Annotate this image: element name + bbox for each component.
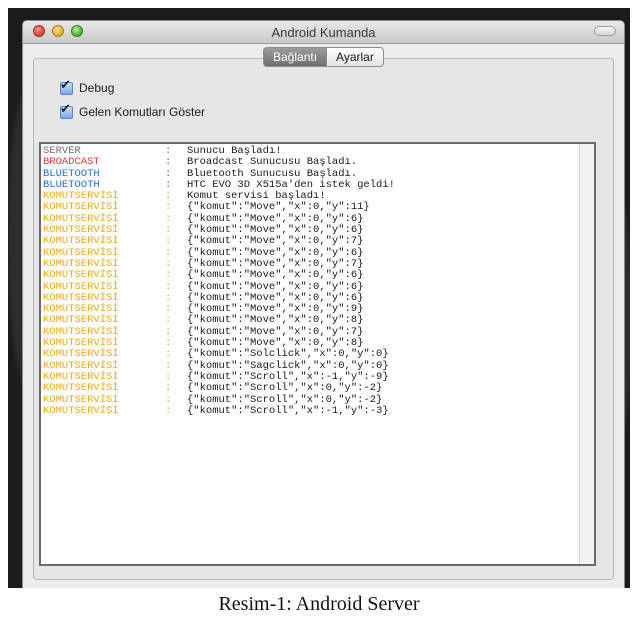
tab-ayarlar[interactable]: Ayarlar — [327, 47, 384, 67]
log-source: KOMUTSERVİSİ — [43, 404, 119, 417]
desktop-background: Android Kumanda Bağlantı Ayarlar ✔ Debug… — [8, 8, 630, 588]
log-message: {"komut":"Move","x":0,"y":6} — [187, 269, 364, 282]
log-output[interactable]: SERVER: Sunucu Başladı! BROADCAST: Broadcas… — [39, 142, 596, 566]
show-commands-option[interactable]: ✔ Gelen Komutları Göster — [60, 102, 206, 119]
checkmark-icon: ✔ — [60, 100, 71, 116]
log-line: KOMUTSERVİSİ: {"komut":"Scroll","x":0,"y"… — [43, 382, 395, 395]
log-source: KOMUTSERVİSİ — [43, 235, 119, 248]
tab-baglanti[interactable]: Bağlantı — [263, 47, 328, 67]
log-message: {"komut":"Solclick","x":0,"y":0} — [187, 348, 389, 361]
tab-bar: Bağlantı Ayarlar — [263, 47, 384, 67]
log-message: Broadcast Sunucusu Başladı. — [187, 156, 358, 169]
window-title: Android Kumanda — [271, 25, 376, 40]
log-line: KOMUTSERVİSİ: {"komut":"Solclick","x":0,"… — [43, 348, 395, 361]
log-lines: SERVER: Sunucu Başladı! BROADCAST: Broadcas… — [43, 145, 395, 417]
log-separator: : — [165, 404, 172, 417]
log-separator: : — [165, 235, 172, 248]
checkmark-icon: ✔ — [60, 76, 71, 92]
log-scrollbar[interactable] — [579, 144, 594, 564]
log-separator: : — [165, 156, 172, 169]
log-separator: : — [165, 269, 172, 282]
toolbar-toggle-button[interactable] — [594, 26, 616, 36]
log-line: BROADCAST: Broadcast Sunucusu Başladı. — [43, 156, 395, 169]
log-separator: : — [165, 382, 172, 395]
debug-label: Debug — [79, 81, 115, 95]
log-separator: : — [165, 348, 172, 361]
log-message: {"komut":"Scroll","x":-1,"y":-3} — [187, 404, 389, 417]
log-message: {"komut":"Move","x":0,"y":7} — [187, 235, 364, 248]
log-source: KOMUTSERVİSİ — [43, 382, 119, 395]
title-bar[interactable]: Android Kumanda — [23, 21, 624, 44]
debug-option[interactable]: ✔ Debug — [60, 78, 115, 95]
show-commands-checkbox[interactable]: ✔ — [60, 102, 73, 119]
show-commands-label: Gelen Komutları Göster — [79, 105, 206, 119]
log-source: KOMUTSERVİSİ — [43, 269, 119, 282]
debug-checkbox[interactable]: ✔ — [60, 78, 73, 95]
log-message: {"komut":"Scroll","x":0,"y":-2} — [187, 382, 383, 395]
log-source: KOMUTSERVİSİ — [43, 348, 119, 361]
log-line: KOMUTSERVİSİ: {"komut":"Move","x":0,"y":6… — [43, 269, 395, 282]
log-line: KOMUTSERVİSİ: {"komut":"Move","x":0,"y":7… — [43, 235, 395, 248]
figure-caption: Resim-1: Android Server — [218, 593, 420, 615]
log-source: BROADCAST — [43, 156, 100, 169]
app-window: Android Kumanda Bağlantı Ayarlar ✔ Debug… — [22, 20, 625, 588]
log-line: KOMUTSERVİSİ: {"komut":"Scroll","x":-1,"y… — [43, 404, 395, 417]
